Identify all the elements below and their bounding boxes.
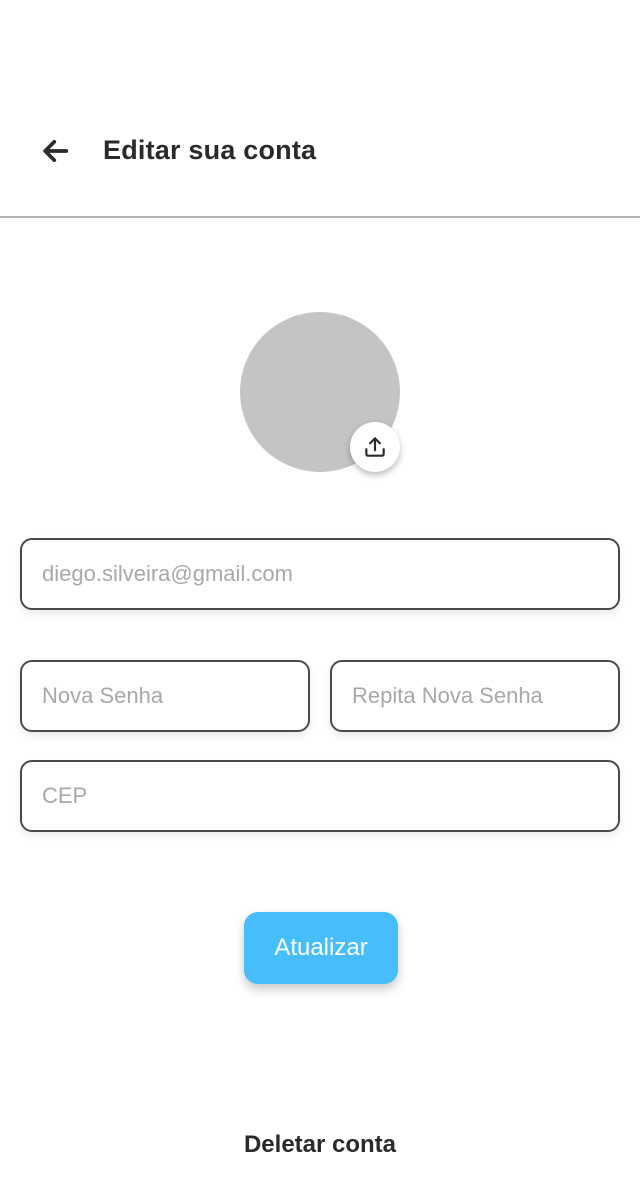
back-button[interactable] [32, 128, 78, 174]
page-title: Editar sua conta [103, 135, 317, 165]
update-button[interactable]: Atualizar [244, 912, 398, 984]
cep-field[interactable] [20, 760, 620, 832]
repeat-password-field[interactable] [330, 660, 620, 732]
new-password-field[interactable] [20, 660, 310, 732]
edit-account-screen: Editar sua conta Atualizar Deletar conta [0, 0, 640, 1200]
email-field[interactable] [20, 538, 620, 610]
upload-icon [362, 434, 388, 460]
arrow-left-icon [38, 134, 72, 168]
delete-account-link[interactable]: Deletar conta [0, 1130, 640, 1160]
upload-photo-button[interactable] [350, 422, 400, 472]
header: Editar sua conta [0, 0, 640, 218]
